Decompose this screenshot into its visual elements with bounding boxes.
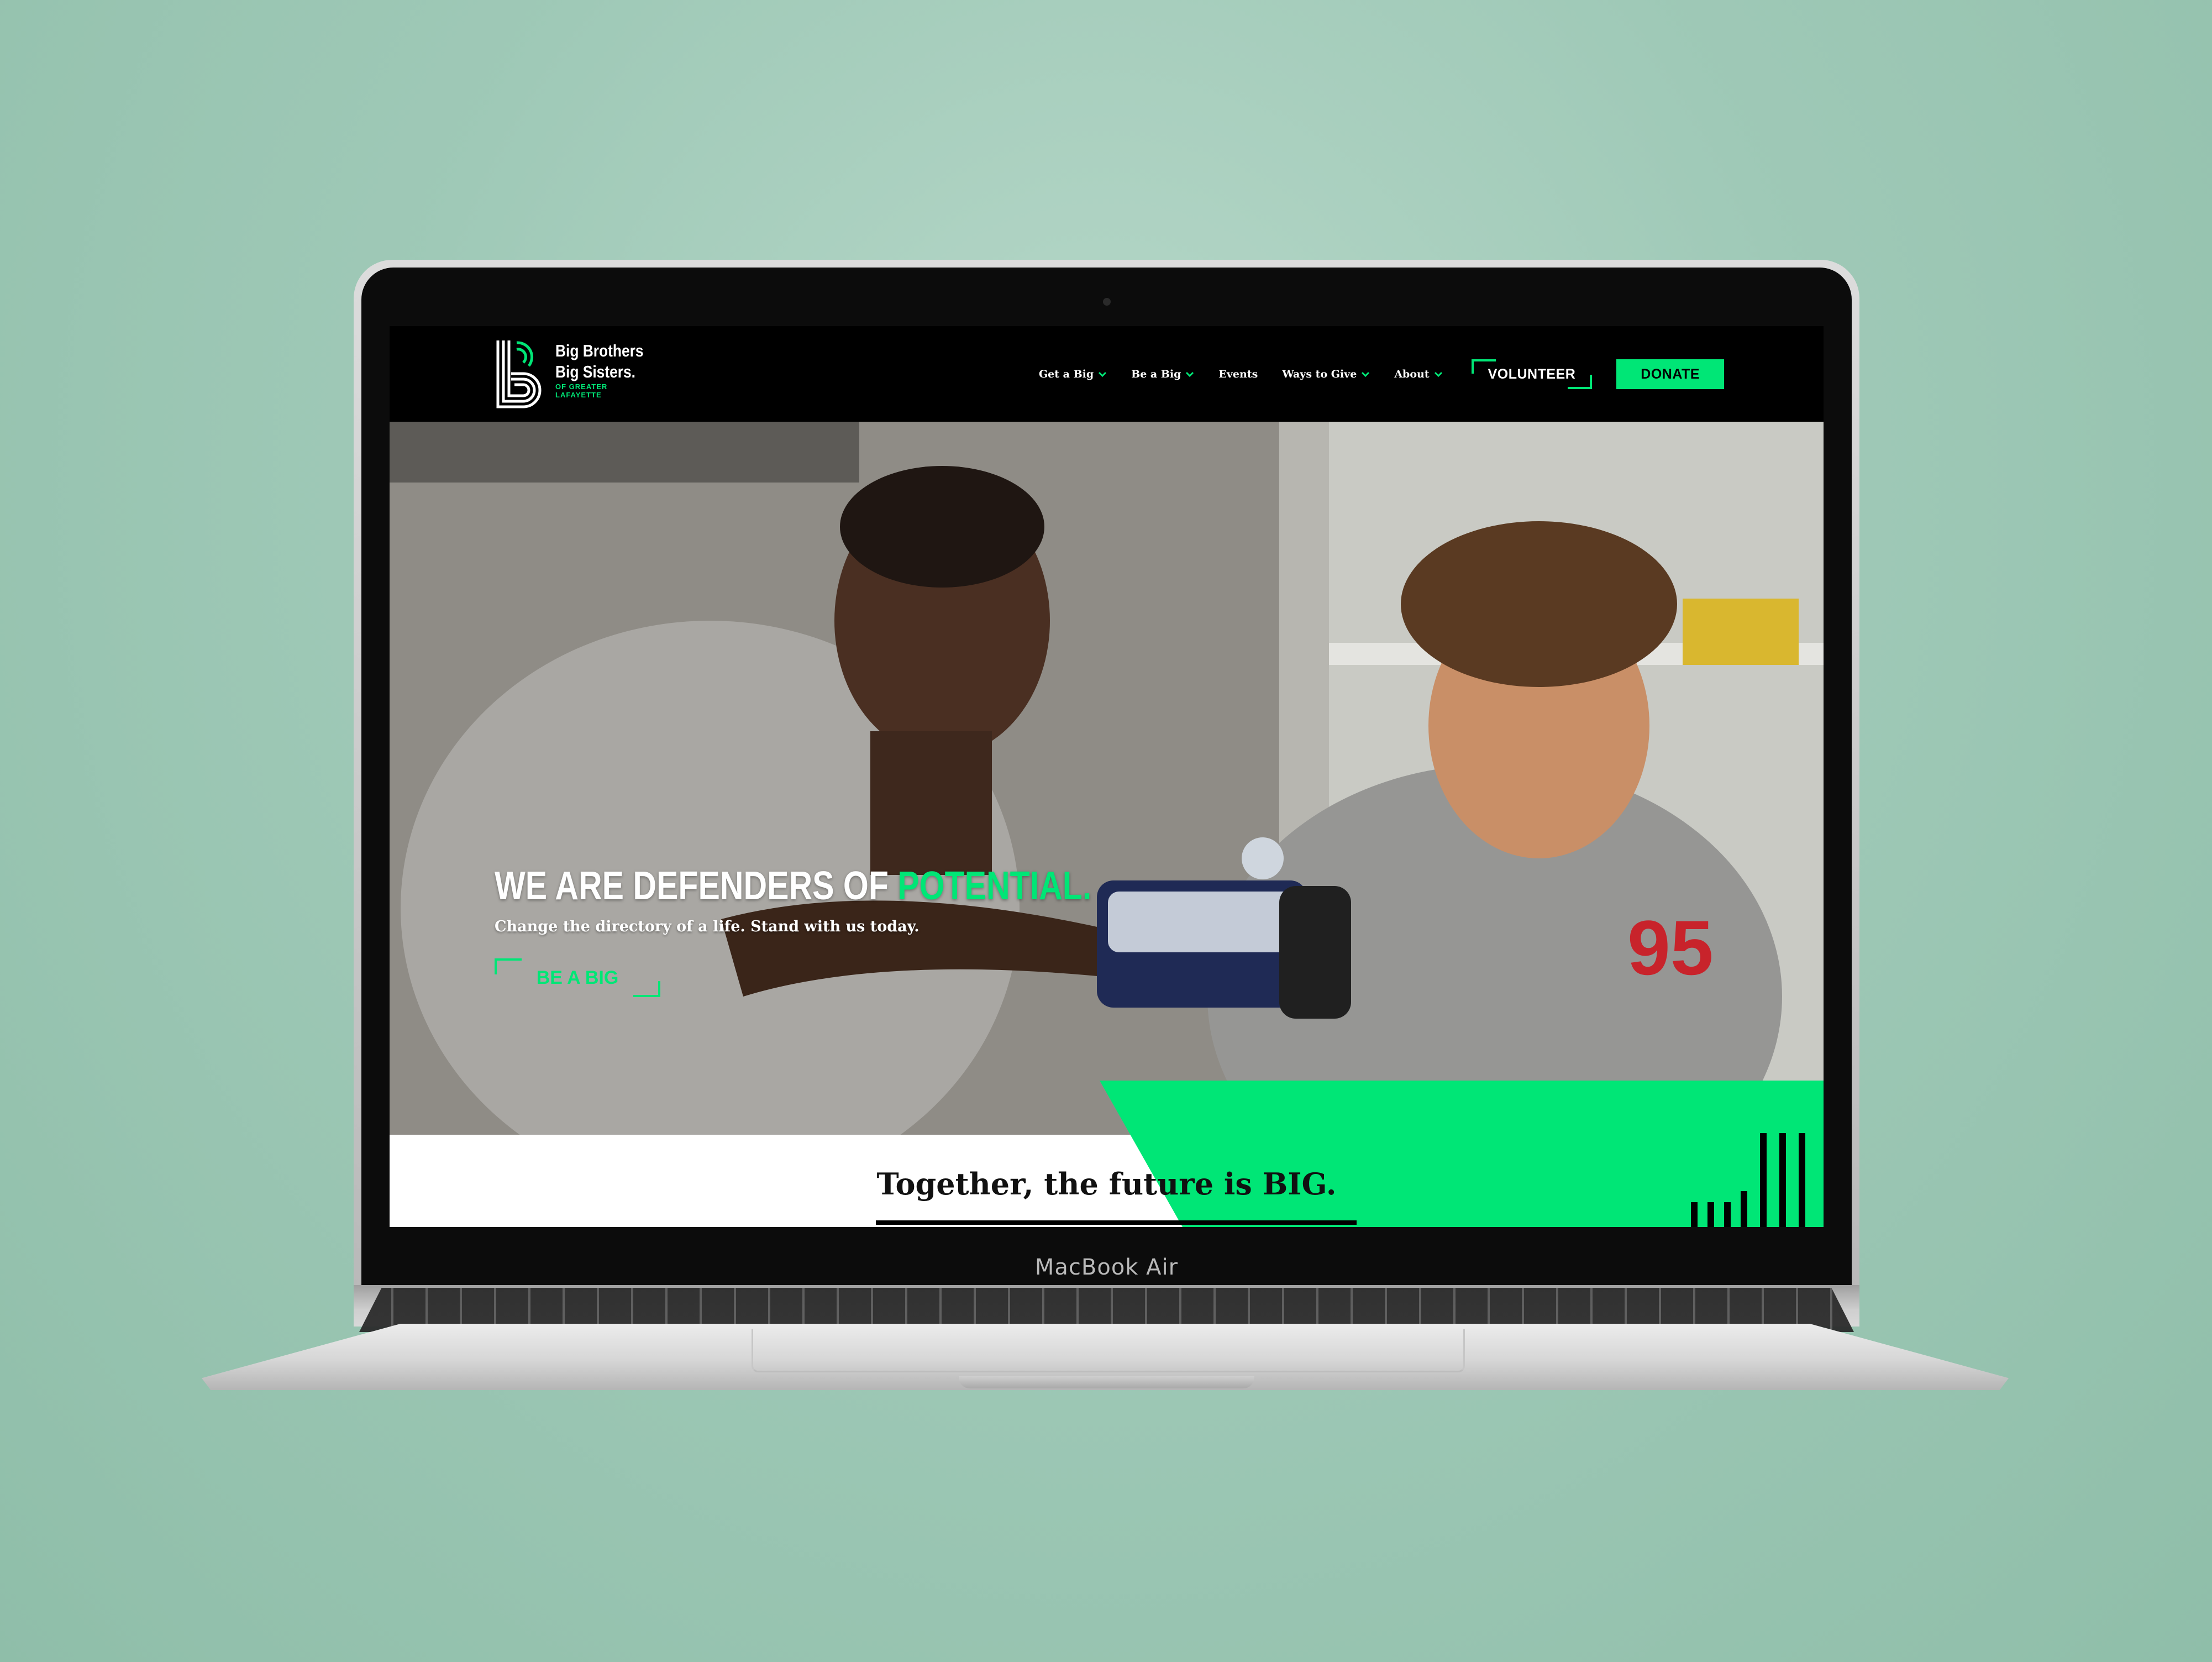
logo-text: Big Brothers Big Sisters. OF GREATER LAF… <box>555 340 659 399</box>
chevron-down-icon <box>1186 371 1194 378</box>
bar-graphic-icon <box>1691 1133 1805 1227</box>
nav-label: Be a Big <box>1131 368 1181 380</box>
trackpad <box>752 1329 1465 1372</box>
nav-label: Ways to Give <box>1282 368 1357 380</box>
tagline: Together, the future is BIG. <box>876 1166 1337 1202</box>
nav-label: Get a Big <box>1038 368 1094 380</box>
chevron-down-icon <box>1362 371 1370 378</box>
nav-label: Events <box>1218 368 1258 380</box>
chevron-down-icon <box>1434 371 1442 378</box>
donate-label: DONATE <box>1641 366 1700 382</box>
hero-heading: WE ARE DEFENDERS OF POTENTIAL. <box>495 864 1091 908</box>
logo-line-2: Big Sisters. <box>555 362 635 381</box>
donate-button[interactable]: DONATE <box>1616 359 1724 389</box>
screen: Big Brothers Big Sisters. OF GREATER LAF… <box>390 326 1824 1227</box>
nav-item-get-a-big[interactable]: Get a Big <box>1039 368 1107 380</box>
site-header: Big Brothers Big Sisters. OF GREATER LAF… <box>390 326 1824 422</box>
bbbs-logo-icon <box>496 340 542 408</box>
tagline-underline <box>876 1220 1357 1225</box>
svg-text:95: 95 <box>1627 904 1714 991</box>
logo-line-1: Big Brothers <box>555 341 644 360</box>
nav-item-events[interactable]: Events <box>1218 368 1258 380</box>
nav-label: About <box>1394 368 1430 380</box>
green-accent-shape <box>1100 1081 1824 1227</box>
hero-heading-main: WE ARE DEFENDERS OF <box>495 864 898 908</box>
bracket-corner <box>495 958 522 974</box>
main-nav: Get a Big Be a Big Events Ways to Give A… <box>1039 358 1724 391</box>
hero-photo: 95 <box>390 422 1824 1135</box>
logo-sub-2: LAFAYETTE <box>555 391 602 399</box>
lid-notch <box>959 1376 1254 1388</box>
bracket-corner <box>1471 359 1496 374</box>
bracket-corner <box>1568 375 1593 389</box>
site-logo[interactable]: Big Brothers Big Sisters. OF GREATER LAF… <box>495 338 659 410</box>
hero-subheading: Change the directory of a life. Stand wi… <box>495 918 920 935</box>
be-a-big-label: BE A BIG <box>536 967 619 988</box>
nav-item-be-a-big[interactable]: Be a Big <box>1131 368 1194 380</box>
volunteer-button[interactable]: VOLUNTEER <box>1471 359 1593 389</box>
device-label: MacBook Air <box>1034 1255 1179 1280</box>
chevron-down-icon <box>1099 371 1107 378</box>
logo-sub-1: OF GREATER <box>555 382 608 391</box>
hero-heading-accent: POTENTIAL. <box>897 864 1092 908</box>
nav-item-ways-to-give[interactable]: Ways to Give <box>1282 368 1370 380</box>
bracket-corner <box>633 981 660 997</box>
nav-item-about[interactable]: About <box>1394 368 1442 380</box>
camera-icon <box>1102 298 1111 306</box>
volunteer-label: VOLUNTEER <box>1488 366 1576 382</box>
hero-section: 95 WE ARE DEFENDERS OF POTENTIAL. Change… <box>390 422 1824 1135</box>
be-a-big-button[interactable]: BE A BIG <box>495 958 660 997</box>
hero-copy: WE ARE DEFENDERS OF POTENTIAL. Change th… <box>495 864 1222 997</box>
